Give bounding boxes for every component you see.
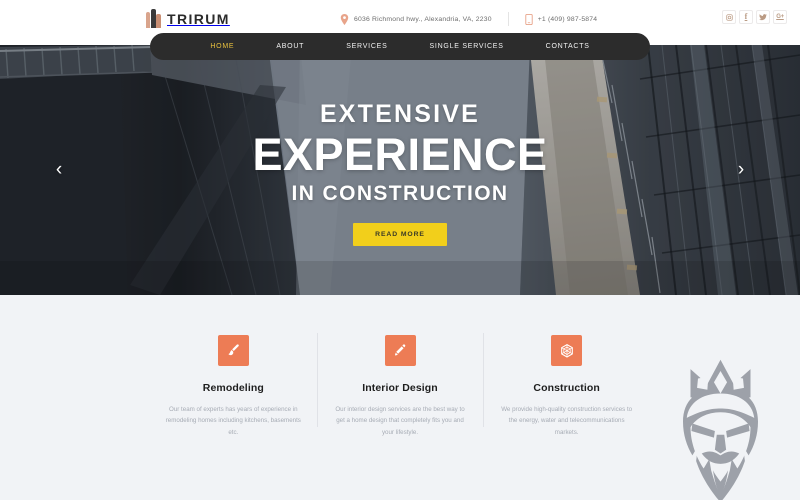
nav-item-contacts[interactable]: CONTACTS — [525, 43, 611, 50]
phone-icon — [525, 13, 533, 25]
service-title: Interior Design — [362, 382, 438, 394]
service-card-interior-design[interactable]: Interior Design Our interior design serv… — [316, 332, 484, 438]
instagram-icon[interactable] — [722, 10, 736, 24]
nav-list: HOME ABOUT SERVICES SINGLE SERVICES CONT… — [189, 43, 610, 50]
services-section: Remodeling Our team of experts has years… — [0, 295, 800, 500]
paintbrush-icon — [217, 335, 249, 366]
page-root: TRIRUM 6036 Richmond hwy., Alexandria, V… — [0, 0, 800, 500]
contact-info: 6036 Richmond hwy., Alexandria, VA, 2230… — [340, 12, 597, 26]
services-row: Remodeling Our team of experts has years… — [150, 332, 650, 438]
service-description: Our team of experts has years of experie… — [165, 406, 301, 436]
nav-item-services[interactable]: SERVICES — [325, 43, 408, 50]
twitter-icon[interactable] — [756, 10, 770, 24]
service-card-construction[interactable]: Construction We provide high-quality con… — [483, 332, 650, 438]
service-card-remodeling[interactable]: Remodeling Our team of experts has years… — [150, 335, 317, 438]
service-title: Remodeling — [202, 382, 264, 394]
slider-prev-arrow[interactable]: ‹ — [48, 155, 70, 185]
contact-divider — [507, 12, 509, 26]
building-icon — [146, 9, 161, 28]
nav-item-about[interactable]: ABOUT — [255, 43, 325, 50]
hero-subtitle-bottom: IN CONSTRUCTION — [291, 181, 509, 205]
service-description: We provide high-quality construction ser… — [501, 406, 633, 436]
hero-subtitle-top: EXTENSIVE — [319, 100, 481, 129]
phone-text: +1 (409) 987-5874 — [537, 15, 598, 23]
phone-item: +1 (409) 987-5874 — [525, 13, 598, 25]
main-navigation: HOME ABOUT SERVICES SINGLE SERVICES CONT… — [150, 33, 650, 60]
address-item: 6036 Richmond hwy., Alexandria, VA, 2230 — [340, 13, 492, 25]
logo-text: TRIRUM — [167, 10, 230, 27]
service-title: Construction — [533, 382, 600, 394]
nav-item-home[interactable]: HOME — [189, 43, 255, 50]
social-links: f G+ — [722, 10, 787, 24]
hero-slider: EXTENSIVE EXPERIENCE IN CONSTRUCTION REA… — [0, 45, 800, 295]
address-text: 6036 Richmond hwy., Alexandria, VA, 2230 — [354, 15, 492, 23]
hexagon-gear-icon — [551, 335, 583, 366]
read-more-button[interactable]: READ MORE — [353, 222, 447, 246]
nav-item-single-services[interactable]: SINGLE SERVICES — [409, 43, 525, 50]
slider-next-arrow[interactable]: › — [730, 155, 752, 185]
facebook-icon[interactable]: f — [739, 10, 753, 24]
map-pin-icon — [340, 13, 349, 25]
service-description: Our interior design services are the bes… — [335, 406, 465, 436]
hero-title: EXPERIENCE — [252, 129, 548, 181]
googleplus-icon[interactable]: G+ — [773, 10, 787, 24]
site-logo[interactable]: TRIRUM — [146, 9, 230, 28]
pencil-icon — [384, 335, 416, 366]
hero-content: EXTENSIVE EXPERIENCE IN CONSTRUCTION REA… — [0, 45, 800, 295]
